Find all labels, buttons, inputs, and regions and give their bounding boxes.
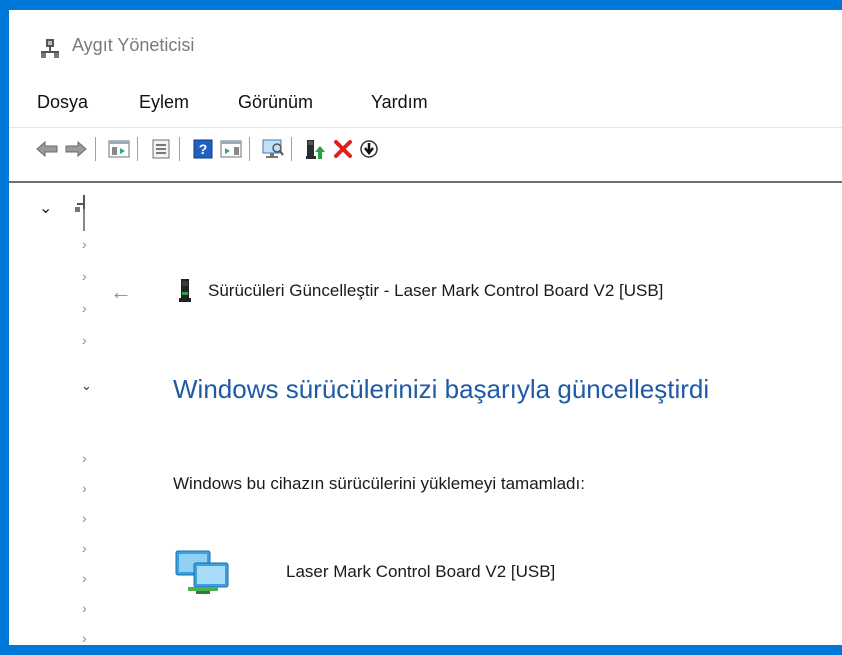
tree-node-chevron[interactable]: › bbox=[82, 540, 87, 556]
network-adapter-icon bbox=[175, 550, 229, 594]
help-button[interactable]: ? bbox=[191, 137, 215, 161]
device-name: Laser Mark Control Board V2 [USB] bbox=[286, 562, 556, 581]
toolbar-separator bbox=[179, 137, 180, 161]
scan-hardware-button[interactable] bbox=[261, 137, 285, 161]
title-bar: Aygıt Yöneticisi bbox=[9, 10, 842, 80]
tree-node-chevron[interactable]: › bbox=[82, 268, 87, 284]
toolbar-separator bbox=[249, 137, 250, 161]
tree-node-chevron[interactable]: › bbox=[82, 450, 87, 466]
uninstall-device-icon bbox=[334, 140, 352, 158]
menu-help[interactable]: Yardım bbox=[371, 92, 428, 113]
toolbar: ? bbox=[9, 127, 842, 170]
success-heading: Windows sürücülerinizi başarıyla güncell… bbox=[173, 374, 710, 404]
tree-node-chevron[interactable]: › bbox=[82, 630, 87, 646]
desktop-background bbox=[0, 645, 842, 655]
tree-node-chevron[interactable]: › bbox=[82, 570, 87, 586]
back-button[interactable] bbox=[35, 137, 59, 161]
properties-button[interactable] bbox=[149, 137, 173, 161]
tree-root-expand-chevron[interactable]: ⌄ bbox=[39, 198, 52, 218]
tree-node-chevron[interactable]: › bbox=[82, 332, 87, 348]
completion-message: Windows bu cihazın sürücülerini yüklemey… bbox=[173, 474, 585, 493]
scan-hardware-icon bbox=[262, 139, 284, 158]
help-icon: ? bbox=[193, 139, 213, 159]
back-icon bbox=[36, 141, 58, 157]
toolbar-separator bbox=[137, 137, 138, 161]
properties-icon bbox=[152, 139, 170, 159]
toolbar-divider bbox=[9, 181, 842, 183]
tree-node-chevron[interactable]: › bbox=[82, 236, 87, 252]
action-pane-icon bbox=[220, 140, 242, 158]
toolbar-separator bbox=[95, 137, 96, 161]
device-manager-window: Aygıt Yöneticisi Dosya Eylem Görünüm Yar… bbox=[9, 10, 842, 655]
menu-file[interactable]: Dosya bbox=[37, 92, 88, 113]
uninstall-device-button[interactable] bbox=[331, 137, 355, 161]
dialog-title: Sürücüleri Güncelleştir - Laser Mark Con… bbox=[208, 281, 664, 300]
svg-text:?: ? bbox=[199, 141, 208, 157]
update-driver-button[interactable] bbox=[303, 137, 327, 161]
disable-device-icon bbox=[360, 140, 378, 158]
menu-bar: Dosya Eylem Görünüm Yardım bbox=[9, 92, 842, 120]
tree-node-chevron[interactable]: › bbox=[82, 480, 87, 496]
console-tree-button[interactable] bbox=[107, 137, 131, 161]
toolbar-separator bbox=[291, 137, 292, 161]
update-driver-icon bbox=[306, 140, 325, 159]
computer-node-icon bbox=[75, 195, 85, 231]
tree-node-chevron[interactable]: › bbox=[82, 510, 87, 526]
tree-node-chevron[interactable]: › bbox=[82, 300, 87, 316]
window-title: Aygıt Yöneticisi bbox=[72, 35, 195, 55]
tree-node-chevron[interactable]: › bbox=[82, 600, 87, 616]
disable-device-button[interactable] bbox=[357, 137, 381, 161]
action-pane-button[interactable] bbox=[219, 137, 243, 161]
update-drivers-dialog: ← Sürücüleri Güncelleştir - Laser Mark C… bbox=[96, 193, 842, 655]
forward-button[interactable] bbox=[64, 137, 88, 161]
menu-action[interactable]: Eylem bbox=[139, 92, 189, 113]
forward-icon bbox=[65, 141, 87, 157]
menu-view[interactable]: Görünüm bbox=[238, 92, 313, 113]
tree-node-expanded-chevron[interactable]: ⌄ bbox=[81, 378, 92, 394]
device-manager-icon bbox=[41, 39, 59, 58]
usb-device-icon bbox=[179, 279, 191, 302]
show-hide-console-tree-icon bbox=[108, 140, 130, 158]
back-arrow-button[interactable]: ← bbox=[110, 279, 132, 305]
